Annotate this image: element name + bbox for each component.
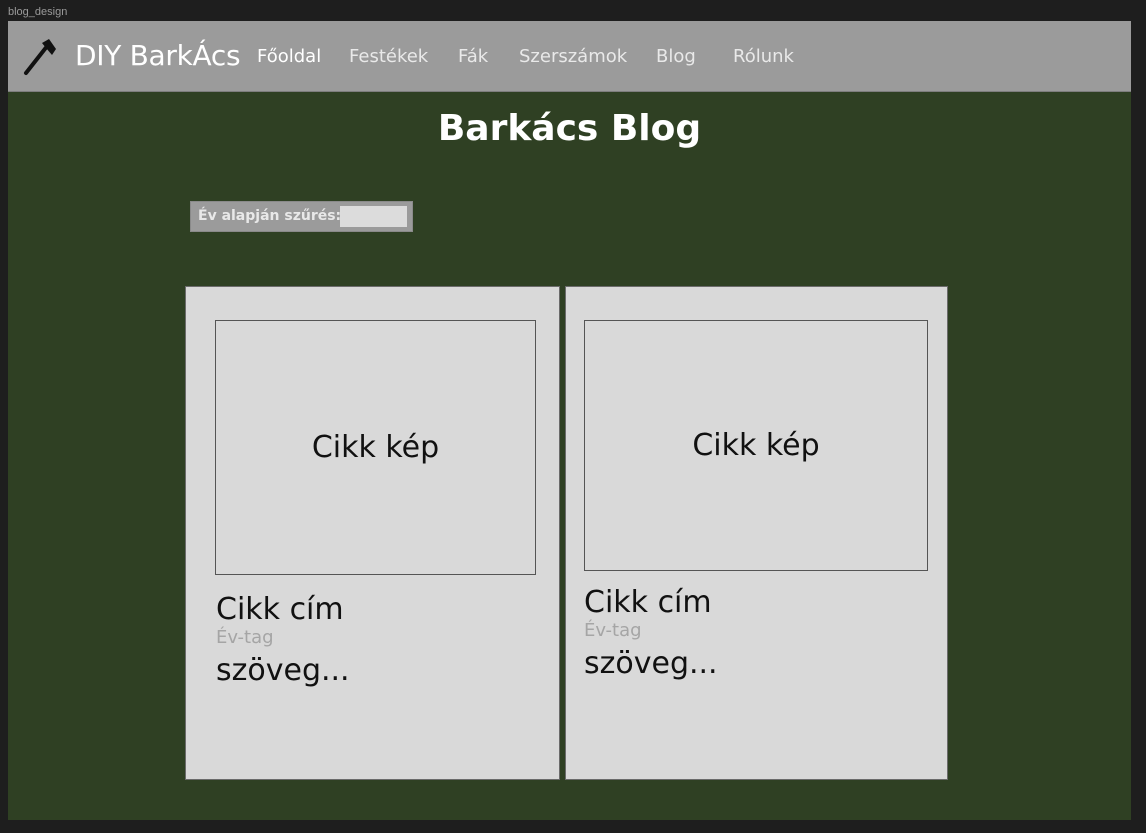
article-year-tag: Év-tag	[216, 627, 274, 648]
axe-icon	[24, 39, 56, 75]
frame-label: blog_design	[8, 6, 68, 18]
article-text: szöveg...	[216, 653, 350, 688]
nav-item-fak[interactable]: Fák	[458, 46, 488, 67]
article-image: Cikk kép	[215, 320, 536, 575]
article-image: Cikk kép	[584, 320, 928, 571]
brand-title[interactable]: DIY BarkÁcs	[75, 39, 241, 72]
year-filter: Év alapján szűrés:	[190, 201, 413, 232]
article-image-label: Cikk kép	[311, 430, 440, 465]
blog-card[interactable]: Cikk kép Cikk cím Év-tag szöveg...	[565, 286, 948, 780]
blog-card[interactable]: Cikk kép Cikk cím Év-tag szöveg...	[185, 286, 560, 780]
nav-item-rolunk[interactable]: Rólunk	[733, 46, 794, 67]
page-frame: DIY BarkÁcs Főoldal Festékek Fák Szerszá…	[8, 21, 1131, 820]
article-text: szöveg...	[584, 646, 718, 681]
navbar: DIY BarkÁcs Főoldal Festékek Fák Szerszá…	[8, 21, 1131, 92]
article-year-tag: Év-tag	[584, 620, 642, 641]
article-title[interactable]: Cikk cím	[216, 592, 344, 627]
article-image-label: Cikk kép	[692, 428, 820, 463]
nav-item-szerszamok[interactable]: Szerszámok	[519, 46, 627, 67]
nav-item-festekek[interactable]: Festékek	[349, 46, 428, 67]
year-filter-input[interactable]	[340, 206, 407, 227]
nav-item-fooldal[interactable]: Főoldal	[257, 46, 321, 67]
year-filter-label: Év alapján szűrés:	[198, 208, 342, 224]
nav-item-blog[interactable]: Blog	[656, 46, 696, 67]
page-title: Barkács Blog	[437, 108, 702, 149]
article-title[interactable]: Cikk cím	[584, 585, 712, 620]
